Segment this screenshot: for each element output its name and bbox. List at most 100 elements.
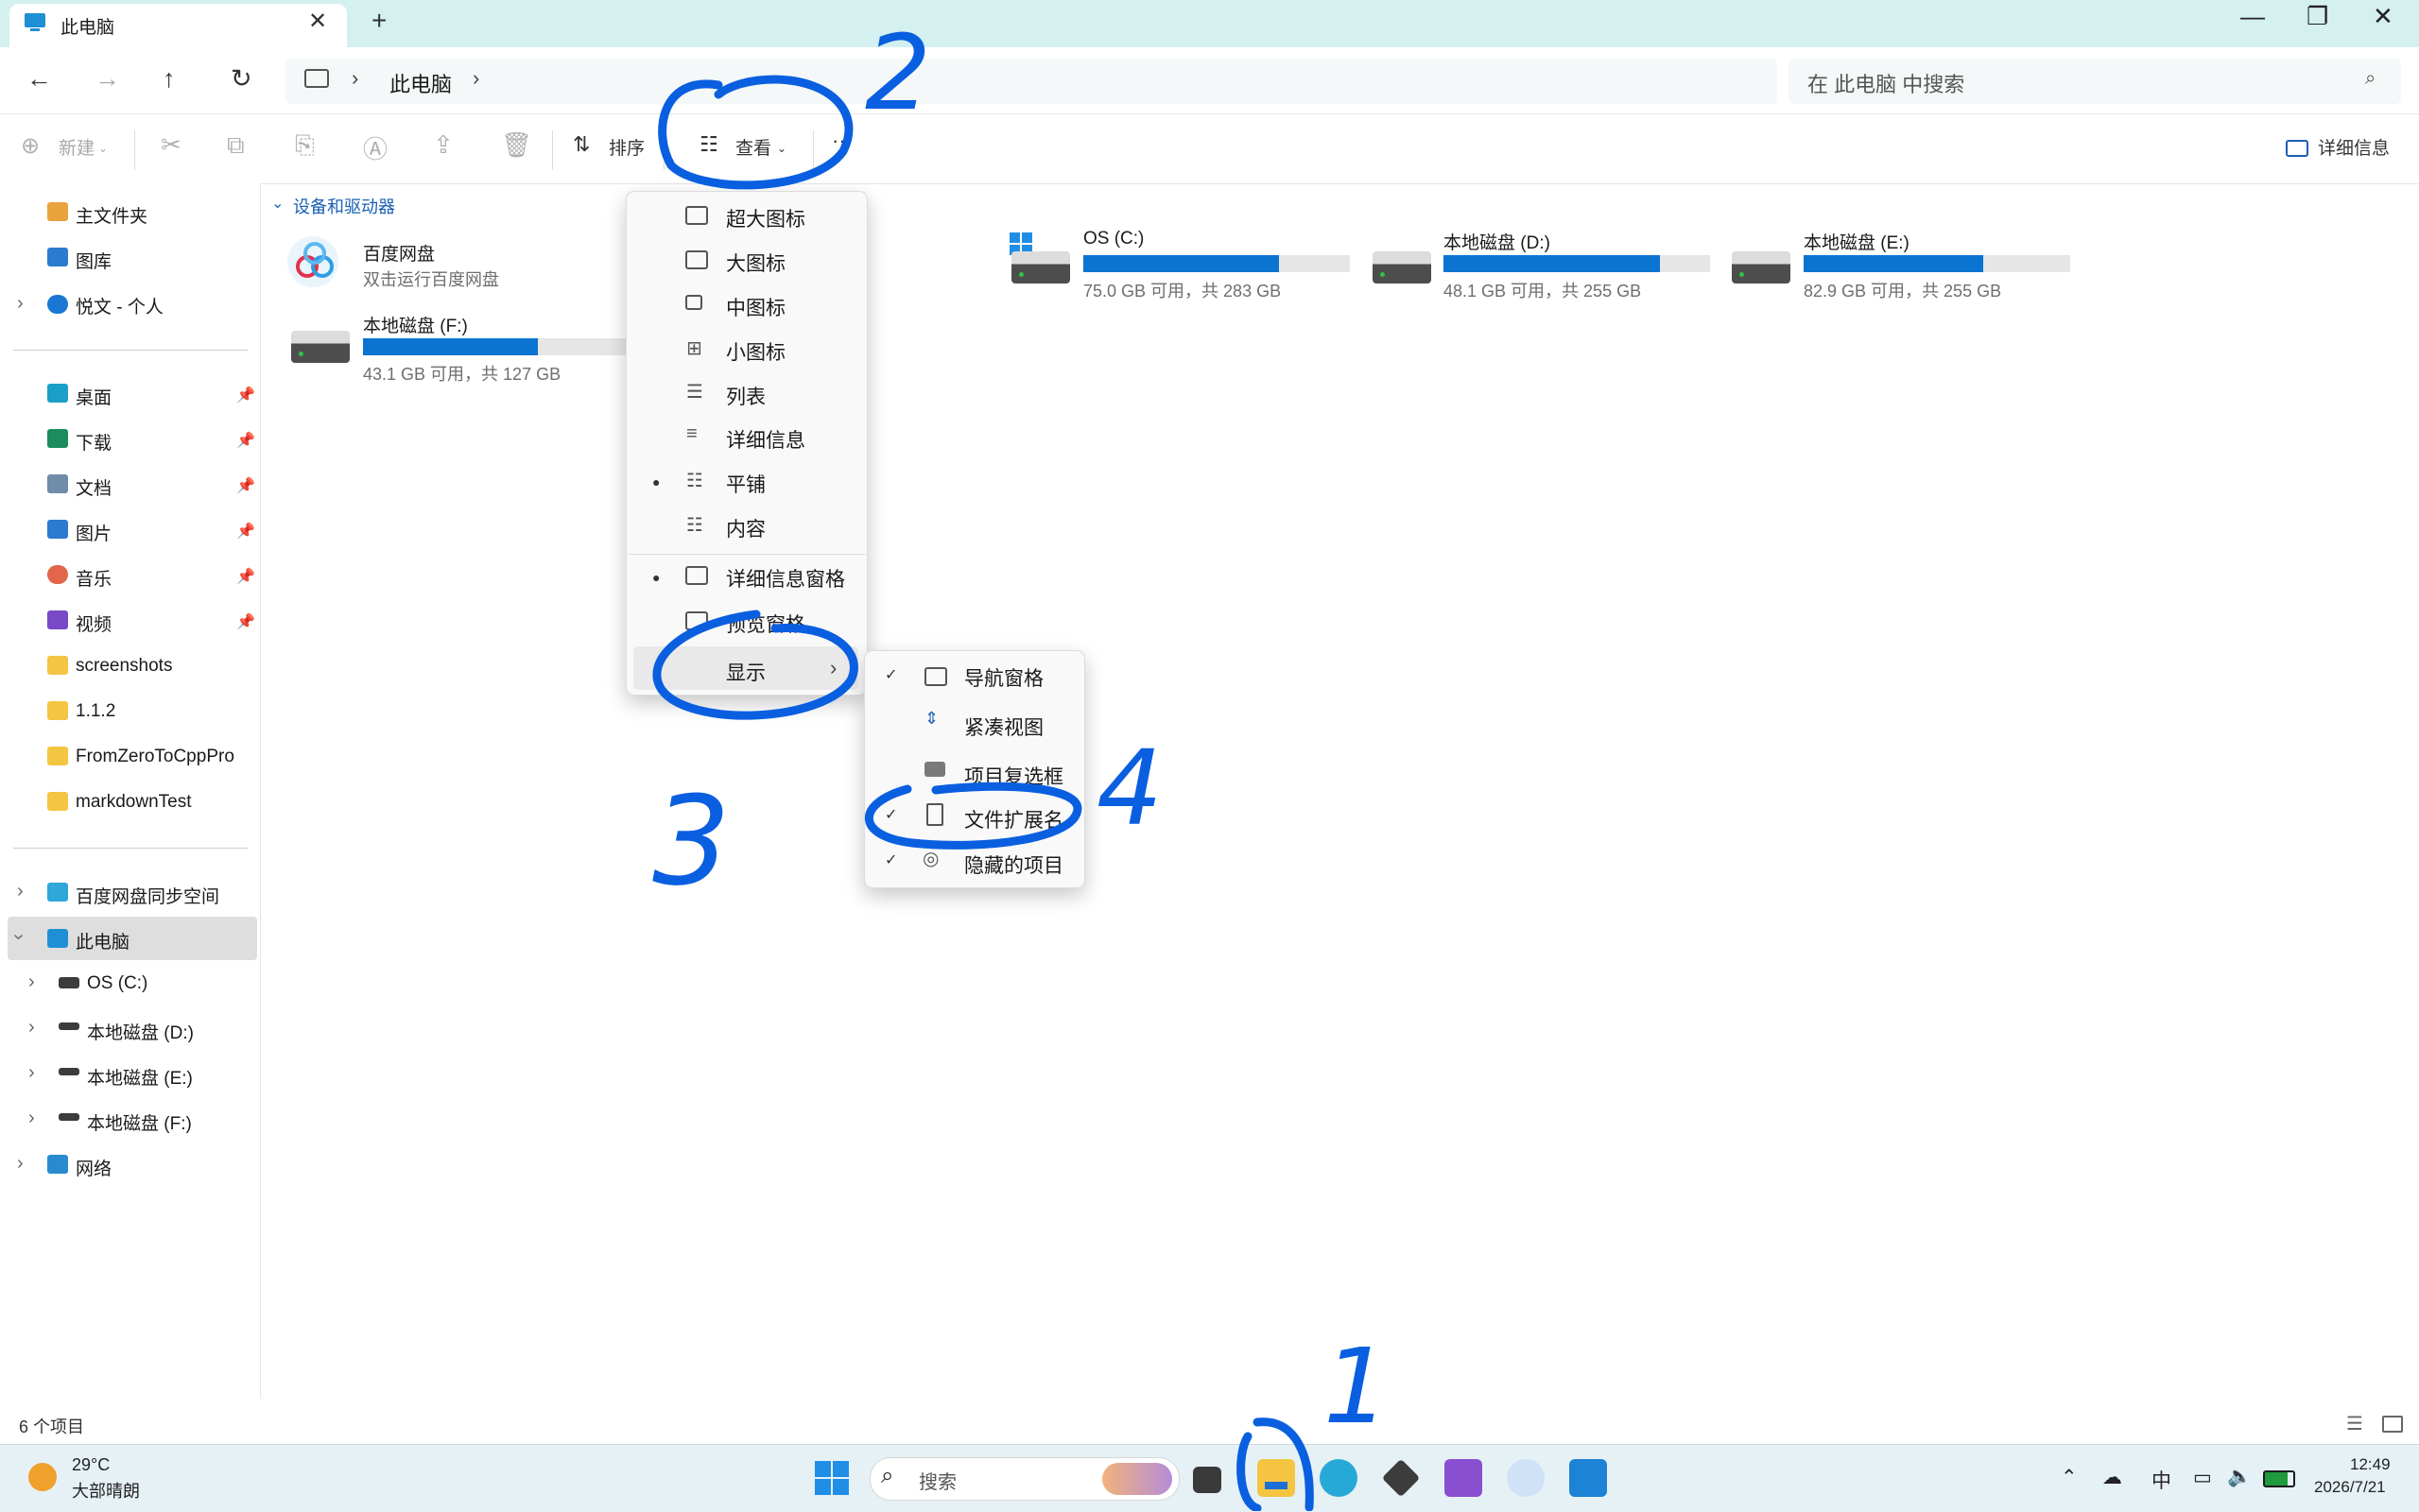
close-button[interactable]: ✕ [2373,2,2393,31]
menu-item-medium-icons[interactable]: 中图标 [726,293,786,321]
clock-time[interactable]: 12:49 [2350,1455,2391,1474]
cut-icon[interactable]: ✂ [161,130,181,160]
new-button[interactable]: 新建 [59,134,95,160]
breadcrumb-this-pc[interactable]: 此电脑 [389,68,452,98]
chevron-right-icon[interactable]: › [28,1017,35,1039]
visual-studio-icon[interactable] [1444,1459,1482,1497]
sidebar-item-drive-d[interactable]: 本地磁盘 (D:) [87,1019,194,1044]
sidebar-item-onedrive[interactable]: 悦文 - 个人 [76,293,164,318]
battery-icon[interactable] [2263,1470,2295,1487]
tab-close-button[interactable]: ✕ [308,8,327,35]
sidebar-item-drive-c[interactable]: OS (C:) [87,973,147,994]
pin-icon[interactable]: 📌 [236,612,255,631]
item-baidu-name[interactable]: 百度网盘 [363,240,435,266]
search-input[interactable]: 在 此电脑 中搜索 [1807,68,1964,98]
sidebar-item-desktop[interactable]: 桌面 [76,384,112,409]
more-options-button[interactable]: ··· [832,129,853,153]
translator-icon[interactable] [1507,1459,1545,1497]
sidebar-item-this-pc[interactable]: 此电脑 [76,928,130,954]
chevron-down-icon[interactable]: ⌄ [271,194,284,213]
chevron-right-icon[interactable]: › [17,881,24,902]
tiles-view-toggle[interactable] [2382,1416,2403,1433]
group-header-devices[interactable]: 设备和驱动器 [293,194,395,218]
menu-item-large-icons[interactable]: 大图标 [726,249,786,277]
paste-icon[interactable]: ⎘ [295,130,315,161]
sort-button[interactable]: 排序 [609,134,645,160]
menu-item-hidden-items[interactable]: 隐藏的项目 [964,850,1063,879]
pin-icon[interactable]: 📌 [236,567,255,586]
sidebar-item-folder[interactable]: FromZeroToCppPro [76,747,234,767]
menu-item-navigation-pane[interactable]: 导航窗格 [964,663,1044,692]
sidebar-item-home[interactable]: 主文件夹 [76,202,147,228]
forward-button[interactable]: → [95,64,120,94]
weather-icon[interactable] [28,1463,57,1491]
sidebar-item-folder[interactable]: 1.1.2 [76,701,115,722]
share-icon[interactable]: ⇪ [433,130,454,160]
sidebar-item-this-pc-highlight[interactable] [8,917,257,960]
menu-item-preview-pane[interactable]: 预览窗格 [726,610,805,638]
menu-item-details-pane[interactable]: 详细信息窗格 [726,564,845,593]
sidebar-item-drive-e[interactable]: 本地磁盘 (E:) [87,1064,193,1090]
menu-item-show[interactable]: 显示 [726,658,766,686]
chevron-down-icon[interactable]: › [8,934,29,940]
drive-d-name[interactable]: 本地磁盘 (D:) [1443,229,1550,254]
sidebar-item-network[interactable]: 网络 [76,1155,112,1180]
file-explorer-taskbar-icon[interactable] [1257,1459,1295,1497]
drive-e-name[interactable]: 本地磁盘 (E:) [1804,229,1909,254]
volume-icon[interactable]: 🔈 [2227,1466,2252,1488]
pin-icon[interactable]: 📌 [236,431,255,450]
taskbar-search-label[interactable]: 搜索 [919,1467,957,1494]
vscode-icon[interactable] [1569,1459,1607,1497]
chevron-right-icon[interactable]: › [28,1108,35,1129]
edge-icon[interactable] [1320,1459,1357,1497]
chevron-up-icon[interactable]: ⌃ [2061,1466,2078,1489]
view-button[interactable]: 查看 [735,134,771,160]
start-button[interactable] [815,1461,849,1495]
menu-item-extra-large-icons[interactable]: 超大图标 [726,204,805,232]
sidebar-item-documents[interactable]: 文档 [76,474,112,500]
new-tab-button[interactable]: + [371,6,387,36]
menu-item-file-extensions[interactable]: 文件扩展名 [964,805,1063,833]
minimize-button[interactable]: — [2240,2,2265,31]
copy-icon[interactable]: ⧉ [227,130,245,161]
maximize-button[interactable]: ❐ [2307,2,2328,31]
chevron-right-icon[interactable]: › [28,971,35,993]
sidebar-item-baidu-sync[interactable]: 百度网盘同步空间 [76,883,219,908]
menu-item-list[interactable]: 列表 [726,382,766,410]
details-view-toggle[interactable]: ☰ [2346,1412,2363,1435]
menu-item-content[interactable]: 内容 [726,514,766,542]
delete-icon[interactable]: 🗑 [501,130,532,160]
chevron-right-icon[interactable]: › [17,1153,24,1175]
network-icon[interactable]: ▭ [2193,1466,2212,1489]
chevron-right-icon[interactable]: › [352,66,358,91]
menu-item-small-icons[interactable]: 小图标 [726,337,786,366]
up-button[interactable]: ↑ [163,64,176,94]
pin-icon[interactable]: 📌 [236,476,255,495]
pin-icon[interactable]: 📌 [236,522,255,541]
chevron-right-icon[interactable]: › [473,66,479,91]
sidebar-item-folder[interactable]: screenshots [76,656,172,677]
sidebar-item-pictures[interactable]: 图片 [76,520,112,545]
sidebar-item-gallery[interactable]: 图库 [76,248,112,273]
chevron-right-icon[interactable]: › [17,293,24,315]
drive-f-name[interactable]: 本地磁盘 (F:) [363,312,468,337]
details-pane-button[interactable]: 详细信息 [2318,134,2390,160]
onedrive-icon[interactable]: ☁ [2102,1466,2122,1489]
menu-item-compact-view[interactable]: 紧凑视图 [964,713,1044,741]
sidebar-item-folder[interactable]: markdownTest [76,792,192,813]
weather-temp[interactable]: 29°C [72,1455,110,1475]
sidebar-item-videos[interactable]: 视频 [76,610,112,636]
sidebar-item-downloads[interactable]: 下载 [76,429,112,455]
ime-indicator[interactable]: 中 [2151,1466,2171,1494]
sidebar-item-drive-f[interactable]: 本地磁盘 (F:) [87,1109,192,1135]
sidebar-item-music[interactable]: 音乐 [76,565,112,591]
chevron-right-icon[interactable]: › [28,1062,35,1084]
pin-icon[interactable]: 📌 [236,386,255,404]
refresh-button[interactable]: ↻ [231,64,252,94]
drive-c-name[interactable]: OS (C:) [1083,229,1144,249]
rename-icon[interactable]: Ⓐ [363,130,388,165]
menu-item-details[interactable]: 详细信息 [726,425,805,454]
back-button[interactable]: ← [26,64,52,94]
weather-desc[interactable]: 大部晴朗 [72,1478,140,1503]
menu-item-item-checkboxes[interactable]: 项目复选框 [964,762,1063,790]
